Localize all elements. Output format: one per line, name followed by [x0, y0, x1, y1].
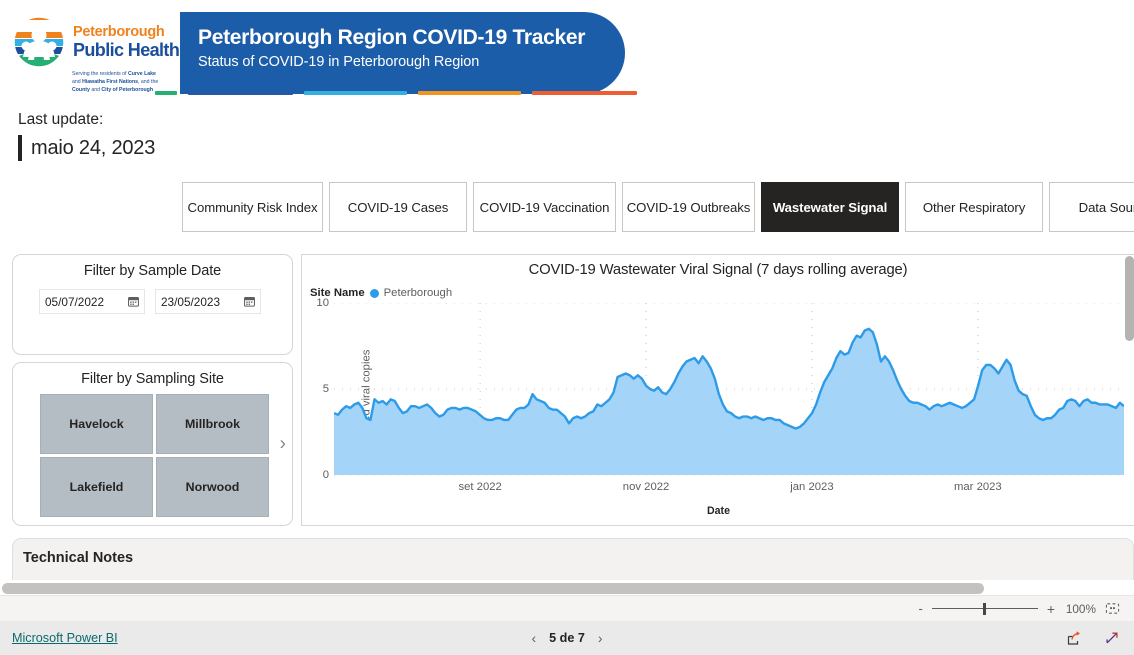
chevron-right-icon[interactable]: ›: [598, 631, 603, 645]
end-date-input[interactable]: 23/05/2023: [155, 289, 261, 314]
sunrise-people-circle-icon: [10, 16, 68, 68]
tab-covid-19-vaccination[interactable]: COVID-19 Vaccination: [473, 182, 616, 232]
page-subtitle: Status of COVID-19 in Peterborough Regio…: [198, 54, 480, 71]
site-button-lakefield[interactable]: Lakefield: [40, 457, 153, 517]
chart-legend: Site Name Peterborough: [302, 278, 1134, 299]
start-date-input[interactable]: 05/07/2022: [39, 289, 145, 314]
tab-covid-19-outbreaks[interactable]: COVID-19 Outbreaks: [622, 182, 755, 232]
page-horizontal-scroll-thumb[interactable]: [2, 583, 984, 594]
accent-rule-0: [155, 91, 177, 95]
x-tick-label: mar 2023: [953, 481, 1002, 493]
tagline-part-3c: City of Peterborough: [101, 86, 154, 93]
legend-label-peterborough[interactable]: Peterborough: [384, 287, 452, 299]
y-tick-label: 0: [322, 469, 329, 481]
legend-swatch-peterborough[interactable]: [369, 288, 379, 298]
tab-wastewater-signal[interactable]: Wastewater Signal: [761, 182, 899, 232]
zoom-in-button[interactable]: +: [1047, 602, 1055, 616]
tagline-part-2c: , and the: [138, 78, 159, 85]
x-tick-label: nov 2022: [622, 481, 670, 493]
powerbi-report: Peterborough Public Health Serving the r…: [0, 0, 1134, 655]
technical-notes-panel: Technical Notes: [12, 538, 1134, 580]
accent-bar: [18, 135, 22, 162]
tab-covid-19-cases[interactable]: COVID-19 Cases: [329, 182, 467, 232]
page-title: Peterborough Region COVID-19 Tracker: [198, 26, 586, 49]
site-button-havelock[interactable]: Havelock: [40, 394, 153, 454]
share-export-icon[interactable]: [1066, 630, 1082, 646]
zoom-slider[interactable]: [931, 602, 1038, 616]
tagline-part-1: Serving the residents of: [72, 71, 128, 77]
report-tabstrip[interactable]: Community Risk Index COVID-19 Cases COVID-…: [182, 182, 1134, 232]
zoom-out-button[interactable]: -: [918, 602, 922, 615]
fullscreen-arrow-icon[interactable]: [1104, 630, 1120, 646]
page-navigator: ‹ 5 de 7 ›: [531, 631, 602, 645]
footer-actions: [1066, 630, 1120, 646]
last-update-block: Last update: maio 24, 2023: [18, 108, 156, 162]
x-axis-title: Date: [707, 505, 730, 517]
chevron-left-icon[interactable]: ‹: [531, 631, 536, 645]
tagline-part-2: and: [72, 78, 83, 85]
chart-svg: [333, 302, 1125, 476]
y-tick-label: 5: [322, 383, 329, 395]
accent-rule-row: [155, 91, 637, 95]
accent-rule-4: [532, 91, 637, 95]
tab-other-respiratory[interactable]: Other Respiratory: [905, 182, 1043, 232]
accent-rule-2: [304, 91, 407, 95]
site-button-millbrook[interactable]: Millbrook: [156, 394, 269, 454]
zoom-percent-label: 100%: [1065, 601, 1096, 616]
powerbi-link[interactable]: Microsoft Power BI: [12, 631, 118, 645]
page-indicator: 5 de 7: [549, 631, 585, 645]
organization-logo: Peterborough Public Health Serving the r…: [10, 16, 180, 94]
accent-rule-3: [418, 91, 521, 95]
logo-line-2: Public Health: [73, 39, 180, 60]
start-date-value[interactable]: 05/07/2022: [45, 295, 128, 309]
y-tick-label: 10: [316, 297, 329, 309]
tagline-part-3: and: [89, 86, 102, 93]
logo-line-1: Peterborough: [73, 24, 165, 41]
tagline-part-2b: Hiawatha First Nations: [82, 78, 139, 85]
last-update-label: Last update:: [18, 111, 104, 128]
chart-vertical-scrollbar[interactable]: [1125, 256, 1134, 341]
technical-notes-title: Technical Notes: [23, 550, 134, 566]
area-series-plot: 0 5 10 set 2022 nov 2022 jan 2023 mar 2023: [316, 297, 1125, 493]
date-filter-title: Filter by Sample Date: [83, 263, 222, 279]
plot-area: Normalized viral copies 0 5 10 set 2022 nov …: [302, 297, 1134, 517]
calendar-icon[interactable]: [244, 296, 255, 307]
zoom-slider-knob[interactable]: [982, 602, 987, 615]
site-button-grid[interactable]: Havelock Millbrook Lakefield Norwood: [13, 387, 292, 517]
tab-data-sources[interactable]: Data Sources: [1049, 182, 1134, 232]
logo-tagline: Serving the residents of Curve Lake and …: [72, 71, 158, 94]
tagline-part-3b: County: [72, 86, 90, 93]
date-filter-card: Filter by Sample Date 05/07/2022 23/05/2…: [12, 254, 293, 355]
chart-title: COVID-19 Wastewater Viral Signal (7 days…: [528, 262, 908, 278]
accent-rule-1: [188, 91, 293, 95]
report-footer: Microsoft Power BI ‹ 5 de 7 ›: [0, 621, 1134, 655]
last-update-value: maio 24, 2023: [31, 136, 156, 159]
tab-community-risk-index[interactable]: Community Risk Index: [182, 182, 323, 232]
chevron-right-icon[interactable]: ›: [280, 435, 286, 454]
calendar-icon[interactable]: [128, 296, 139, 307]
x-tick-label: jan 2023: [790, 481, 834, 493]
x-tick-label: set 2022: [458, 481, 502, 493]
series-area-peterborough[interactable]: [334, 328, 1124, 475]
title-banner: Peterborough Region COVID-19 Tracker Sta…: [180, 12, 625, 94]
zoom-toolbar: - + 100%: [0, 595, 1134, 621]
sampling-site-filter-card: Filter by Sampling Site Havelock Millbroo…: [12, 362, 293, 526]
report-header: Peterborough Public Health Serving the r…: [0, 0, 640, 108]
tagline-part-1b: Curve Lake: [127, 71, 156, 77]
site-filter-title: Filter by Sampling Site: [81, 371, 224, 387]
site-button-norwood[interactable]: Norwood: [156, 457, 269, 517]
end-date-value[interactable]: 23/05/2023: [161, 295, 244, 309]
wastewater-chart-panel: COVID-19 Wastewater Viral Signal (7 days…: [301, 254, 1134, 526]
fit-to-page-icon[interactable]: [1105, 601, 1120, 616]
